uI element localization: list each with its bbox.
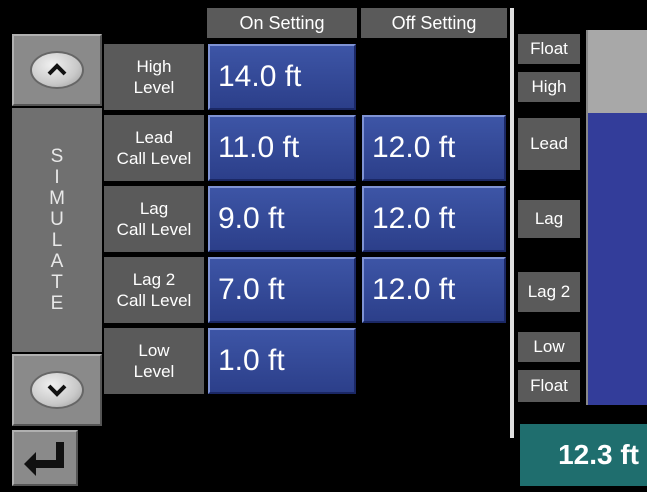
row-label-line2: Level [133, 78, 175, 97]
chevron-down-icon [30, 371, 84, 409]
simulate-letter: I [54, 167, 60, 188]
off-setting-header: Off Setting [361, 8, 507, 38]
gauge-label-lead: Lead [518, 118, 580, 170]
chevron-up-icon [30, 51, 84, 89]
row-label: Low Level [104, 328, 204, 394]
row-label: Lead Call Level [104, 115, 204, 181]
row-label-line2: Level [133, 362, 175, 381]
divider [510, 8, 514, 438]
scroll-up-button[interactable] [12, 34, 102, 106]
gauge-label-lag: Lag [518, 200, 580, 238]
row-label: Lag 2 Call Level [104, 257, 204, 323]
gauge-empty [588, 30, 647, 113]
gauge-label-lag2: Lag 2 [518, 272, 580, 312]
row-label-line1: Lag 2 [132, 269, 176, 289]
level-gauge [586, 30, 647, 405]
on-setting-button[interactable]: 9.0 ft [208, 186, 356, 252]
simulate-letter: L [51, 230, 63, 251]
enter-return-icon [24, 442, 64, 476]
gauge-label-float-bottom: Float [518, 370, 580, 402]
scroll-down-button[interactable] [12, 354, 102, 426]
row-label-line1: Lag [139, 198, 169, 218]
simulate-letter: E [50, 293, 64, 314]
on-setting-button[interactable]: 14.0 ft [208, 44, 356, 110]
simulate-letter: T [51, 272, 63, 293]
simulate-button[interactable]: SIMULATE [12, 108, 102, 352]
on-setting-header: On Setting [207, 8, 357, 38]
gauge-fill [588, 112, 647, 405]
gauge-label-low: Low [518, 332, 580, 362]
row-label-line2: Call Level [116, 220, 192, 239]
off-setting-button[interactable]: 12.0 ft [362, 186, 506, 252]
simulate-letter: A [50, 251, 64, 272]
simulate-letter: M [49, 188, 65, 209]
row-label: Lag Call Level [104, 186, 204, 252]
row-label-line1: High [136, 56, 172, 76]
off-setting-button[interactable]: 12.0 ft [362, 115, 506, 181]
gauge-label-high: High [518, 72, 580, 102]
row-label-line2: Call Level [116, 291, 192, 310]
on-setting-button[interactable]: 11.0 ft [208, 115, 356, 181]
row-label: High Level [104, 44, 204, 110]
row-label-line1: Low [138, 340, 170, 360]
enter-button[interactable] [12, 430, 78, 486]
level-readout: 12.3 ft [520, 424, 647, 486]
row-label-line1: Lead [135, 127, 173, 147]
off-setting-button[interactable]: 12.0 ft [362, 257, 506, 323]
on-setting-button[interactable]: 1.0 ft [208, 328, 356, 394]
simulate-letter: S [50, 146, 64, 167]
on-setting-button[interactable]: 7.0 ft [208, 257, 356, 323]
simulate-letter: U [50, 209, 64, 230]
gauge-label-float-top: Float [518, 34, 580, 64]
row-label-line2: Call Level [116, 149, 192, 168]
